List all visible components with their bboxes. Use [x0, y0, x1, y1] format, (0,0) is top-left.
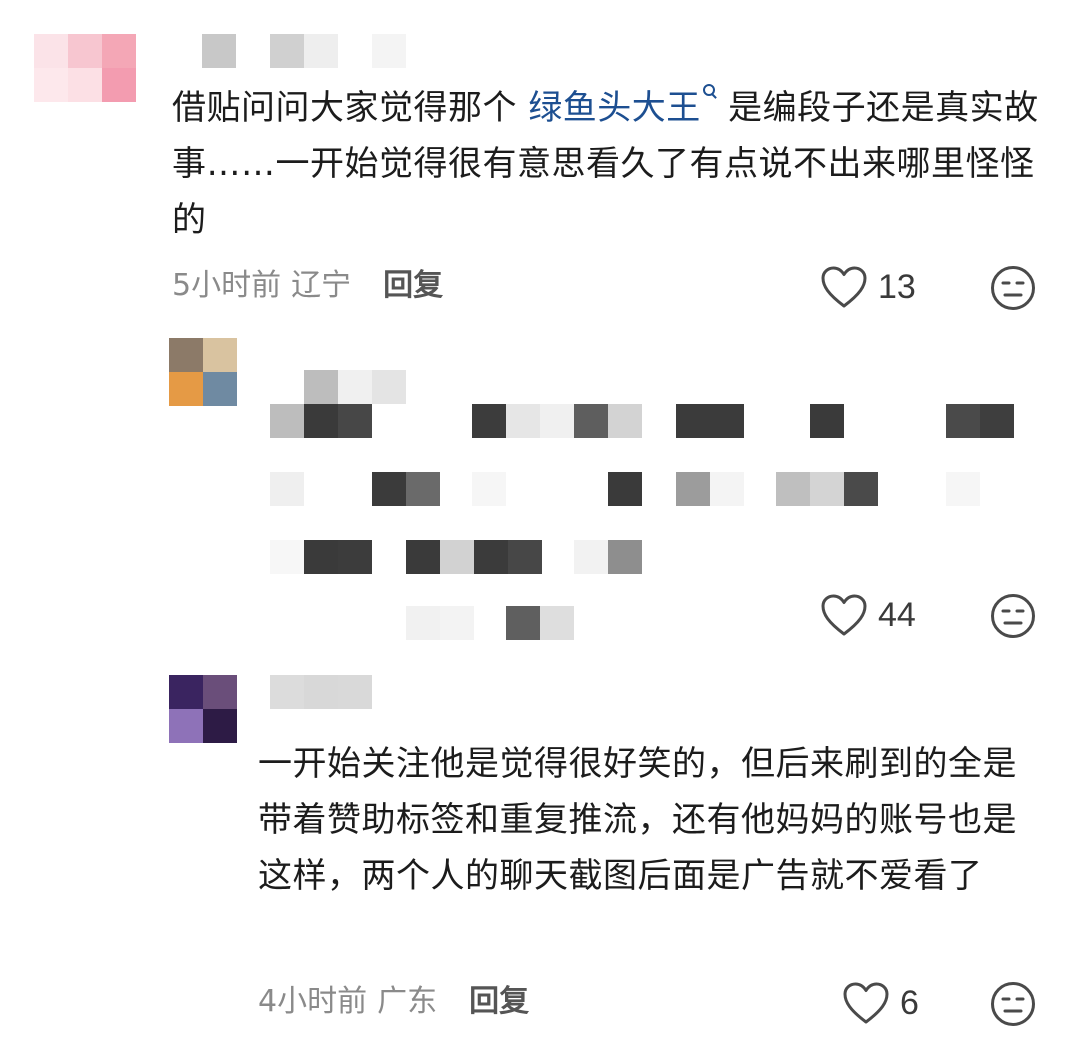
comment-text-before: 借贴问问大家觉得那个	[172, 88, 529, 128]
username[interactable]	[270, 675, 380, 709]
like-count: 44	[878, 595, 916, 634]
like-count: 6	[900, 983, 919, 1022]
like-count: 13	[878, 267, 916, 306]
comment-time: 4小时前	[258, 984, 368, 1019]
comment-meta: 5小时前 辽宁 回复	[172, 266, 443, 306]
heart-outline-icon	[843, 982, 889, 1024]
like-button[interactable]: 44	[820, 590, 916, 640]
reply-button[interactable]: 回复	[469, 984, 529, 1019]
like-button[interactable]: 13	[820, 262, 916, 312]
comment-time: 5小时前	[172, 268, 282, 303]
avatar[interactable]	[169, 338, 237, 406]
username[interactable]	[202, 34, 412, 68]
avatar[interactable]	[34, 34, 136, 102]
like-button[interactable]: 6	[842, 978, 919, 1028]
comment-text: 借贴问问大家觉得那个 绿鱼头大王 是编段子还是真实故事……一开始觉得很有意思看久…	[172, 80, 1052, 248]
heart-outline-icon	[821, 266, 867, 308]
reply-button[interactable]: 回复	[383, 268, 443, 303]
avatar[interactable]	[169, 675, 237, 743]
comment-location: 广东	[377, 984, 438, 1019]
heart-outline-icon	[821, 594, 867, 636]
search-icon	[702, 80, 717, 102]
comment-location: 辽宁	[291, 268, 352, 303]
topic-label: 绿鱼头大王	[528, 88, 701, 128]
neutral-face-icon[interactable]	[990, 593, 1036, 639]
neutral-face-icon[interactable]	[990, 265, 1036, 311]
comment-meta: 4小时前 广东 回复	[258, 982, 529, 1022]
username[interactable]	[270, 370, 410, 404]
neutral-face-icon[interactable]	[990, 981, 1036, 1027]
comment-text: 一开始关注他是觉得很好笑的，但后来刷到的全是带着赞助标签和重复推流，还有他妈妈的…	[258, 744, 1017, 896]
topic-link[interactable]: 绿鱼头大王	[528, 84, 717, 128]
